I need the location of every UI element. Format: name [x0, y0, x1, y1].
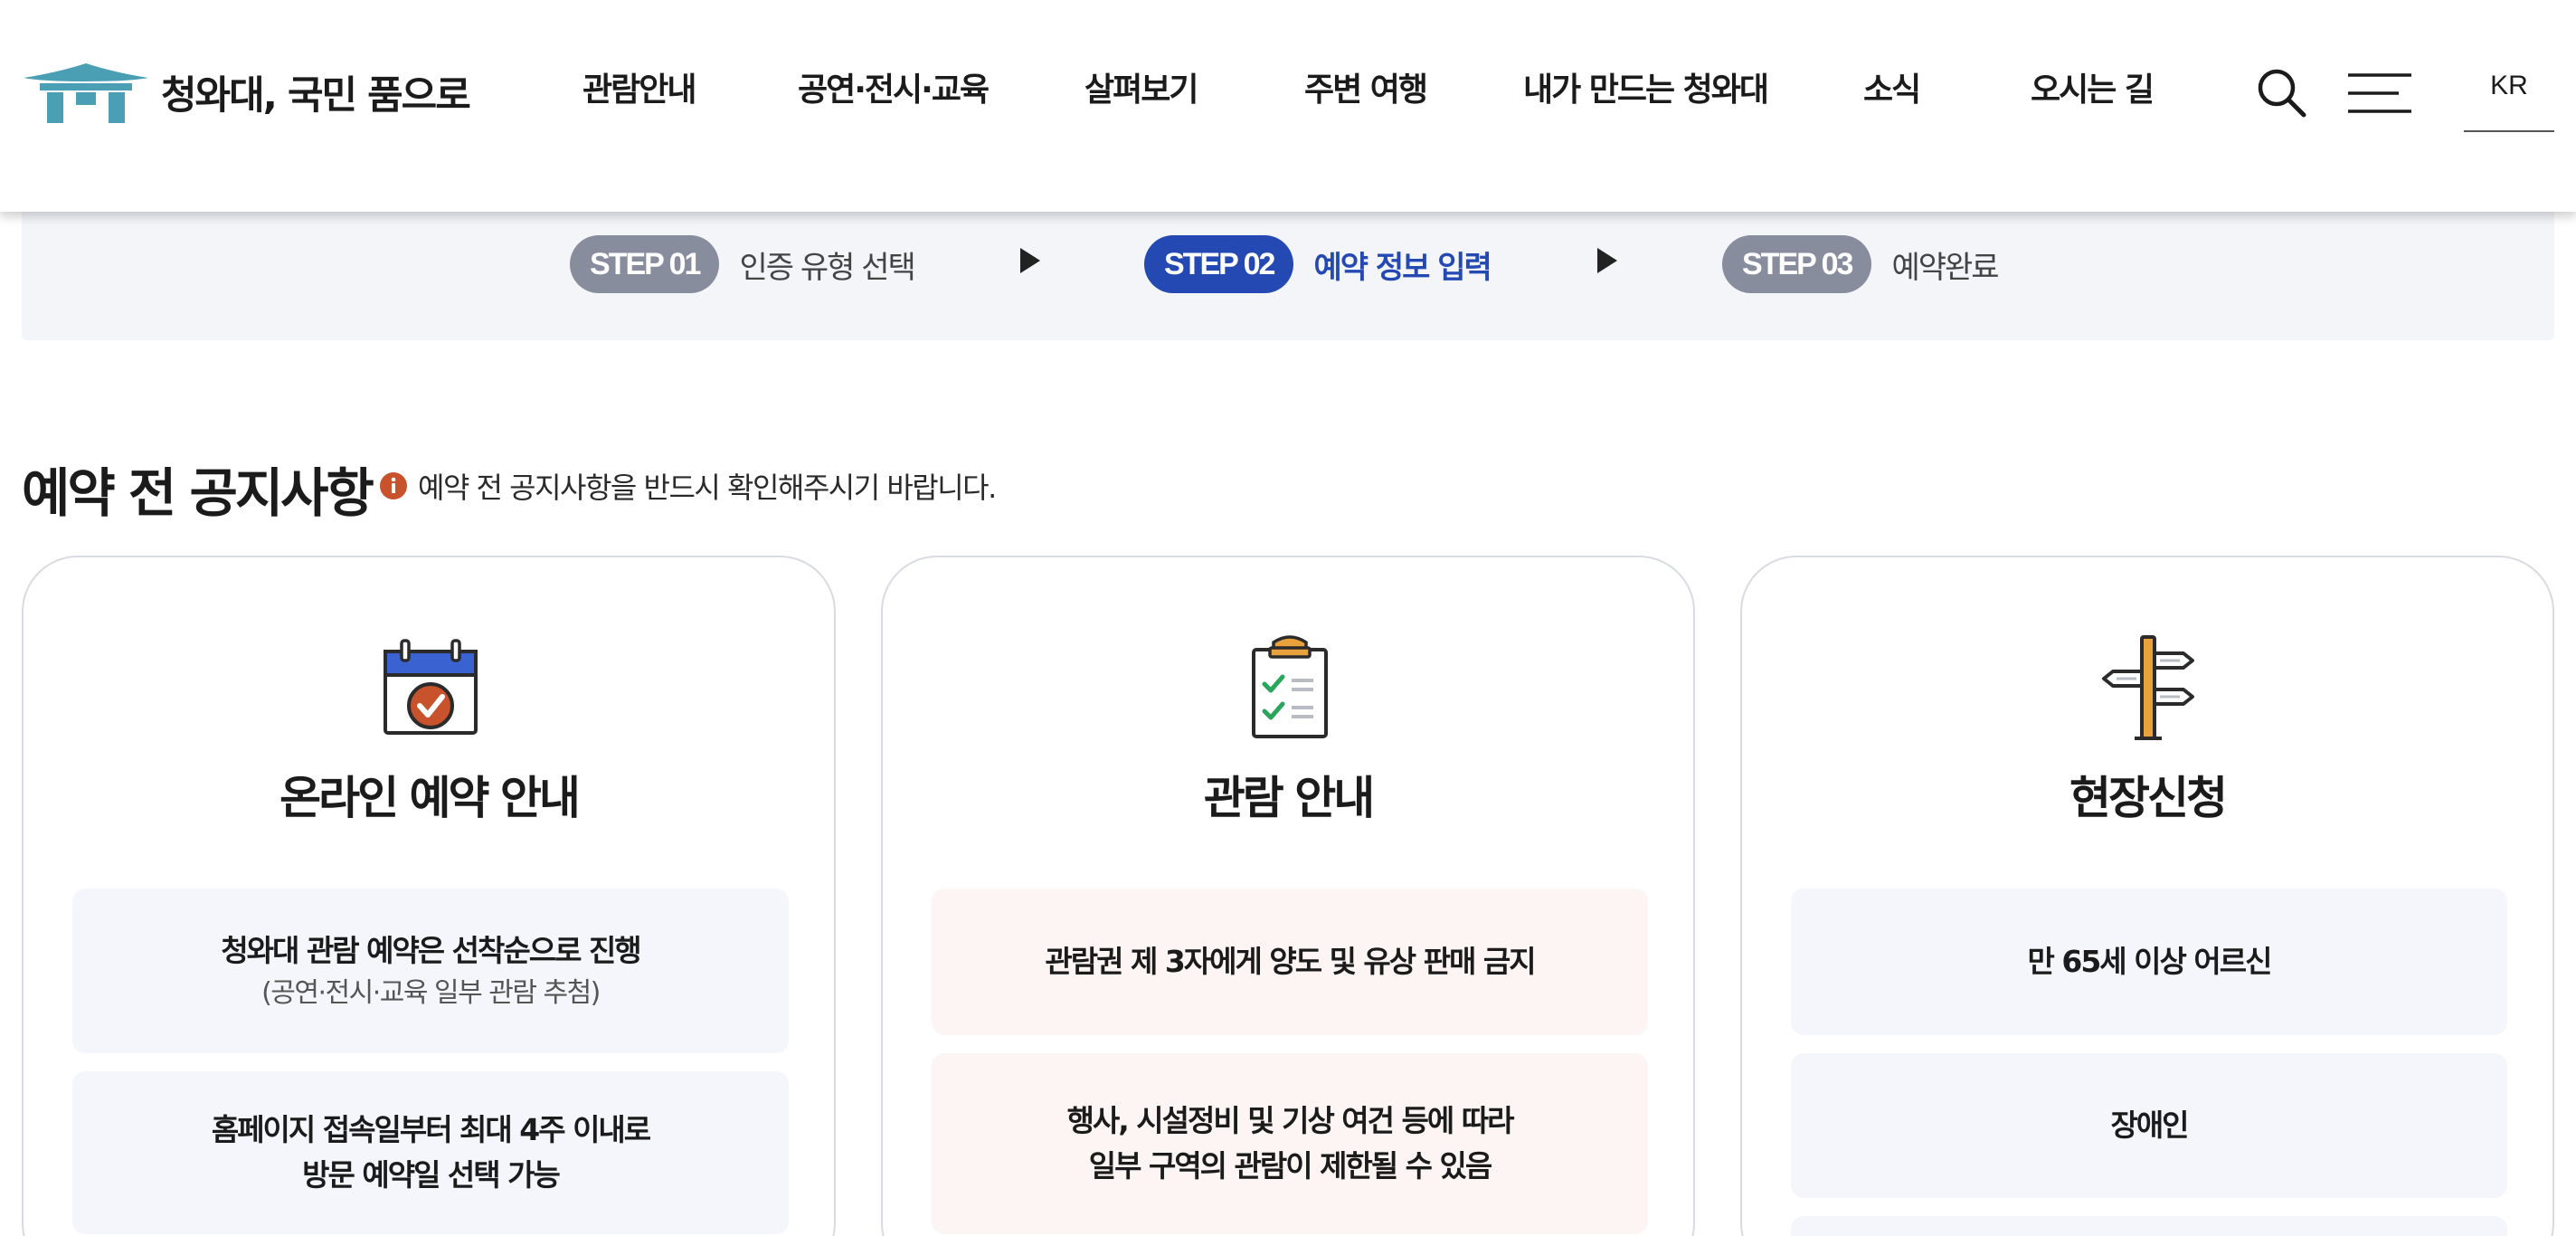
info-subtext: (공연·전시·교육 일부 관람 추첨) [261, 977, 601, 1009]
step-1-badge: STEP 01 [570, 235, 720, 293]
step-arrow-icon [1597, 248, 1617, 273]
signpost-icon [2102, 635, 2194, 740]
info-box: 홈페이지 접속일부터 최대 4주 이내로 방문 예약일 선택 가능 [72, 1071, 789, 1234]
reservation-steps: STEP 01 인증 유형 선택 STEP 02 예약 정보 입력 STEP 0… [22, 212, 2554, 340]
clipboard-checklist-icon [1252, 635, 1328, 738]
site-logo[interactable]: 청와대, 국민 품으로 [22, 60, 471, 125]
calendar-check-icon [384, 639, 478, 735]
search-icon[interactable] [2256, 67, 2306, 118]
info-text: 관람권 제 3자에게 양도 및 유상 판매 금지 [1045, 944, 1536, 979]
info-box: 만 65세 이상 어르신 [1791, 889, 2507, 1035]
hamburger-menu-icon[interactable] [2348, 72, 2411, 114]
step-arrow-icon [1020, 248, 1040, 273]
language-selector[interactable]: KR [2464, 63, 2554, 132]
notice-subtitle-text: 예약 전 공지사항을 반드시 확인해주시기 바랍니다. [418, 471, 997, 505]
step-3-badge: STEP 03 [1722, 235, 1872, 293]
card-onsite-application: 현장신청 만 65세 이상 어르신 장애인 [1740, 556, 2554, 1236]
language-label: KR [2490, 71, 2528, 100]
nav-item-directions[interactable]: 오시는 길 [2031, 69, 2155, 112]
nav-item-news[interactable]: 소식 [1863, 69, 1921, 112]
info-box: 장애인 [1791, 1053, 2507, 1198]
site-header: 청와대, 국민 품으로 관람안내 공연·전시·교육 살펴보기 주변 여행 내가 … [0, 0, 2576, 212]
info-text: 일부 구역의 관람이 제한될 수 있음 [1088, 1148, 1492, 1184]
card-title: 온라인 예약 안내 [279, 772, 581, 824]
card-title: 관람 안내 [1203, 772, 1375, 824]
info-icon [380, 472, 407, 499]
info-text: 방문 예약일 선택 가능 [302, 1157, 561, 1193]
info-box: 행사, 시설정비 및 기상 여건 등에 따라 일부 구역의 관람이 제한될 수 … [932, 1053, 1648, 1234]
info-text: 행사, 시설정비 및 기상 여건 등에 따라 [1066, 1103, 1515, 1138]
notice-subtitle: 예약 전 공지사항을 반드시 확인해주시기 바랍니다. [380, 465, 997, 507]
info-box [1791, 1216, 2507, 1236]
step-3-label: 예약완료 [1891, 249, 1999, 286]
nav-item-nearby-travel[interactable]: 주변 여행 [1304, 69, 1428, 112]
card-title: 현장신청 [2069, 772, 2228, 824]
nav-item-guide[interactable]: 관람안내 [582, 69, 696, 112]
card-visit-guide: 관람 안내 관람권 제 3자에게 양도 및 유상 판매 금지 행사, 시설정비 … [881, 556, 1695, 1236]
step-2: STEP 02 예약 정보 입력 [1144, 235, 1492, 293]
step-1-label: 인증 유형 선택 [739, 249, 915, 286]
nav-item-performance[interactable]: 공연·전시·교육 [798, 69, 990, 112]
step-1: STEP 01 인증 유형 선택 [570, 235, 916, 293]
info-text: 청와대 관람 예약은 선착순으로 진행 [221, 933, 641, 968]
notice-title: 예약 전 공지사항 [22, 462, 374, 524]
info-box: 청와대 관람 예약은 선착순으로 진행 (공연·전시·교육 일부 관람 추첨) [72, 889, 789, 1053]
info-text: 장애인 [2110, 1108, 2189, 1143]
info-text: 만 65세 이상 어르신 [2027, 944, 2273, 979]
nav-item-my-cheongwadae[interactable]: 내가 만드는 청와대 [1523, 69, 1769, 112]
nav-item-explore[interactable]: 살펴보기 [1084, 69, 1198, 112]
pavilion-logo-icon [24, 63, 148, 123]
card-online-reservation: 온라인 예약 안내 청와대 관람 예약은 선착순으로 진행 (공연·전시·교육 … [22, 556, 836, 1236]
step-2-label: 예약 정보 입력 [1313, 249, 1492, 286]
logo-text: 청와대, 국민 품으로 [161, 73, 471, 119]
step-2-badge: STEP 02 [1144, 235, 1294, 293]
info-box: 관람권 제 3자에게 양도 및 유상 판매 금지 [932, 889, 1648, 1035]
step-3: STEP 03 예약완료 [1722, 235, 2000, 293]
info-text: 홈페이지 접속일부터 최대 4주 이내로 [211, 1112, 651, 1147]
